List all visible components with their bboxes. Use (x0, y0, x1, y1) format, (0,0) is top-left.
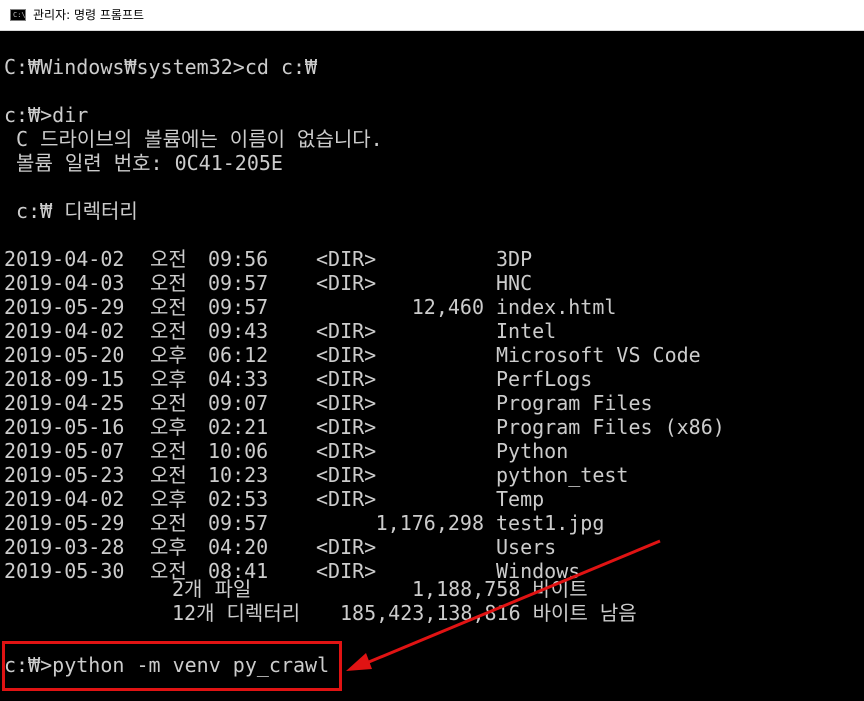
entry-name: Users (496, 535, 557, 559)
entry-time: 06:12 (208, 343, 269, 367)
entry-name: Intel (496, 319, 557, 343)
entry-date: 2019-05-29 (4, 295, 125, 319)
entry-name: Microsoft VS Code (496, 343, 701, 367)
command-highlight-box (2, 641, 342, 691)
entry-size (340, 247, 484, 271)
entry-name: HNC (496, 271, 533, 295)
entry-name: python_test (496, 463, 629, 487)
entry-name: Python (496, 439, 569, 463)
directory-header-line: c:₩ 디렉터리 (4, 199, 138, 223)
entry-ampm: 오전 (150, 271, 187, 295)
entry-size (340, 415, 484, 439)
entry-date: 2019-05-30 (4, 559, 125, 583)
entry-time: 10:06 (208, 439, 269, 463)
entry-time: 04:33 (208, 367, 269, 391)
terminal-icon-text: C:\ (13, 11, 26, 19)
entry-time: 09:07 (208, 391, 269, 415)
window-title: 관리자: 명령 프롬프트 (33, 8, 145, 22)
entry-name: test1.jpg (496, 511, 605, 535)
title-bar: C:\ 관리자: 명령 프롬프트 (0, 0, 864, 31)
entry-size: 1,176,298 (375, 511, 484, 535)
entry-time: 09:57 (208, 295, 269, 319)
entry-ampm: 오후 (150, 535, 187, 559)
entry-size (340, 391, 484, 415)
entry-name: PerfLogs (496, 367, 593, 391)
entry-ampm: 오후 (150, 343, 187, 367)
entry-ampm: 오전 (150, 463, 187, 487)
entry-size (340, 319, 484, 343)
entry-size: 12,460 (411, 295, 484, 319)
summary-dirs-count: 12개 디렉터리 (172, 601, 301, 625)
entry-size (340, 271, 484, 295)
console-output[interactable]: C:₩Windows₩system32>cd c:₩ c:₩>dir C 드라이… (0, 31, 864, 701)
entry-time: 09:56 (208, 247, 269, 271)
entry-ampm: 오전 (150, 391, 187, 415)
volume-serial-line: 볼륨 일련 번호: 0C41-205E (4, 151, 283, 175)
entry-date: 2019-05-29 (4, 511, 125, 535)
terminal-icon[interactable]: C:\ (10, 9, 26, 21)
entry-time: 09:43 (208, 319, 269, 343)
entry-time: 02:53 (208, 487, 269, 511)
entry-date: 2019-04-02 (4, 247, 125, 271)
entry-ampm: 오후 (150, 367, 187, 391)
entry-name: Temp (496, 487, 545, 511)
entry-size (340, 535, 484, 559)
entry-date: 2019-03-28 (4, 535, 125, 559)
console-line-dir: c:₩>dir (4, 103, 89, 127)
entry-date: 2019-05-23 (4, 463, 125, 487)
entry-ampm: 오전 (150, 439, 187, 463)
entry-name: Program Files (x86) (496, 415, 725, 439)
console-line-cd: C:₩Windows₩system32>cd c:₩ (4, 55, 318, 79)
entry-ampm: 오전 (150, 319, 187, 343)
entry-size (340, 343, 484, 367)
entry-date: 2019-04-25 (4, 391, 125, 415)
entry-ampm: 오전 (150, 295, 187, 319)
entry-date: 2019-04-03 (4, 271, 125, 295)
entry-ampm: 오후 (150, 415, 187, 439)
entry-date: 2019-05-07 (4, 439, 125, 463)
entry-name: index.html (496, 295, 617, 319)
entry-name: Program Files (496, 391, 653, 415)
entry-size (340, 439, 484, 463)
entry-name: 3DP (496, 247, 533, 271)
entry-ampm: 오전 (150, 247, 187, 271)
entry-size (340, 463, 484, 487)
entry-time: 09:57 (208, 511, 269, 535)
summary-dirs-bytes: 185,423,138,816 바이트 남음 (340, 601, 637, 625)
entry-ampm: 오전 (150, 511, 187, 535)
entry-size (340, 487, 484, 511)
entry-date: 2019-04-02 (4, 487, 125, 511)
entry-date: 2019-05-16 (4, 415, 125, 439)
entry-time: 02:21 (208, 415, 269, 439)
entry-time: 09:57 (208, 271, 269, 295)
summary-files-bytes: 1,188,758 바이트 (412, 577, 588, 601)
entry-date: 2019-05-20 (4, 343, 125, 367)
entry-time: 10:23 (208, 463, 269, 487)
volume-label-line: C 드라이브의 볼륨에는 이름이 없습니다. (4, 127, 383, 151)
entry-date: 2019-04-02 (4, 319, 125, 343)
entry-ampm: 오후 (150, 487, 187, 511)
entry-size (340, 367, 484, 391)
entry-date: 2018-09-15 (4, 367, 125, 391)
summary-files-count: 2개 파일 (172, 577, 252, 601)
entry-time: 04:20 (208, 535, 269, 559)
